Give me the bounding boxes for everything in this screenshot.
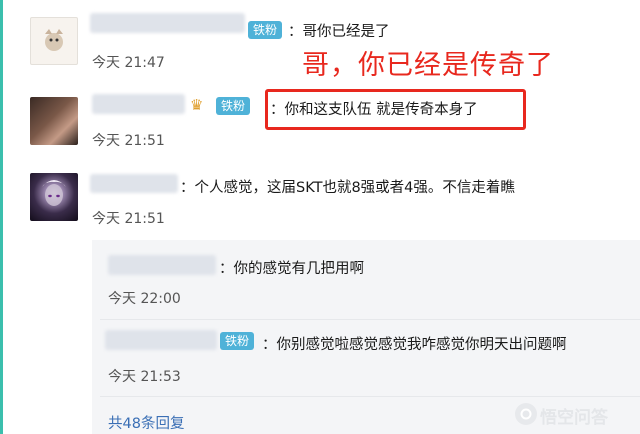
comment-text: ：个人感觉，这届SKT也就8强或者4强。不信走着瞧 xyxy=(180,180,515,196)
comment-time: 今天 21:51 xyxy=(92,211,165,227)
username-blurred[interactable] xyxy=(90,13,245,33)
username-blurred[interactable] xyxy=(92,94,185,114)
fan-badge: 铁粉 xyxy=(248,21,283,39)
comment-time: 今天 21:47 xyxy=(92,55,165,71)
reply-time: 今天 22:00 xyxy=(108,291,181,307)
crown-icon: ♛ xyxy=(190,96,204,114)
divider xyxy=(100,319,640,320)
avatar[interactable] xyxy=(30,173,78,221)
left-accent-bar xyxy=(0,0,3,434)
reply-username-blurred[interactable] xyxy=(108,255,216,275)
comment-text: ：哥你已经是了 xyxy=(288,24,390,40)
reply-text: ：你的感觉有几把用啊 xyxy=(219,261,364,277)
reply-time: 今天 21:53 xyxy=(108,369,181,385)
reply-text: ：你别感觉啦感觉感觉我咋感觉你明天出问题啊 xyxy=(262,337,567,353)
fan-badge: 铁粉 xyxy=(216,97,251,115)
wukong-logo-icon xyxy=(515,403,537,425)
fan-badge: 铁粉 xyxy=(220,332,255,350)
comment-time: 今天 21:51 xyxy=(92,133,165,149)
avatar[interactable] xyxy=(30,17,78,65)
divider xyxy=(100,396,640,397)
highlight-box xyxy=(265,89,526,130)
avatar[interactable] xyxy=(30,97,78,145)
reply-username-blurred[interactable] xyxy=(105,330,217,350)
annotation-caption: 哥，你已经是传奇了 xyxy=(302,50,554,81)
username-blurred[interactable] xyxy=(90,174,178,193)
watermark: 悟空问答 xyxy=(540,408,608,428)
view-more-replies-link[interactable]: 共48条回复 xyxy=(108,412,184,433)
